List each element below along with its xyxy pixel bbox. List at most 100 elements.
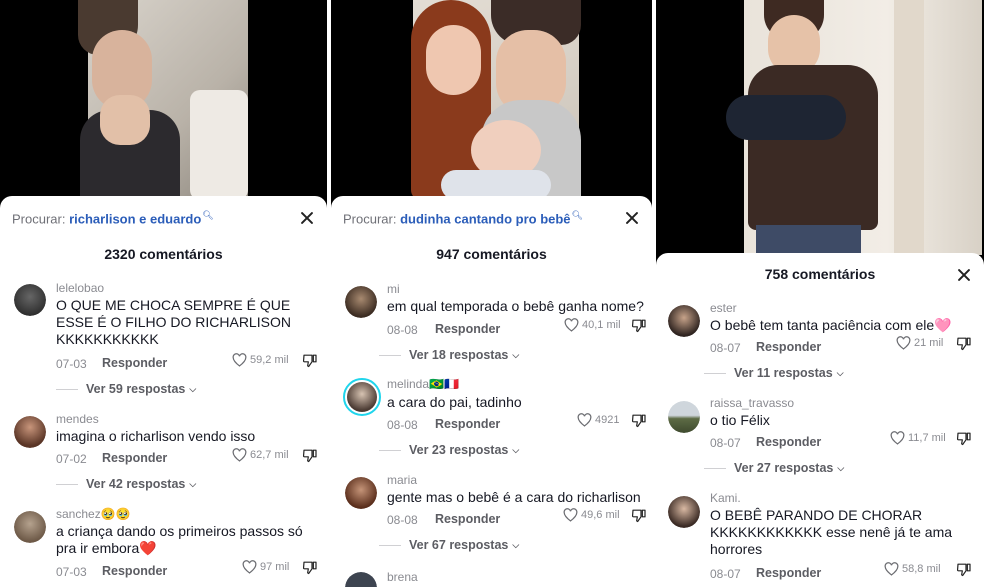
comment-username[interactable]: melinda🇧🇷🇫🇷	[387, 377, 459, 391]
avatar[interactable]	[14, 416, 46, 448]
reply-button[interactable]: Responder	[756, 566, 821, 580]
dislike-icon[interactable]	[302, 560, 318, 575]
comment-text: a cara do pai, tadinho	[387, 394, 522, 410]
like-button[interactable]: 11,7 mil	[890, 431, 946, 445]
reply-button[interactable]: Responder	[102, 564, 167, 578]
heart-icon	[563, 508, 578, 522]
reply-button[interactable]: Responder	[102, 451, 167, 465]
reply-button[interactable]: Responder	[102, 356, 167, 370]
avatar[interactable]	[668, 401, 700, 433]
view-replies-button[interactable]: Ver 27 respostas ⌵	[704, 461, 844, 475]
view-replies-button[interactable]: Ver 42 respostas ⌵	[56, 477, 196, 491]
search-prefix: Procurar:	[343, 211, 397, 227]
avatar[interactable]	[14, 511, 46, 543]
heart-emoji: ❤️	[139, 540, 157, 556]
search-query-link[interactable]: richarlison e eduardo	[69, 211, 201, 226]
avatar[interactable]	[668, 496, 700, 528]
search-query-link[interactable]: dudinha cantando pro bebê	[400, 211, 570, 226]
dislike-icon[interactable]	[631, 508, 647, 523]
comment-username[interactable]: mi	[387, 282, 400, 296]
like-button[interactable]: 40,1 mil	[564, 318, 621, 332]
like-button[interactable]: 58,8 mil	[884, 562, 941, 576]
video-baby	[190, 90, 248, 200]
like-count: 97 mil	[260, 561, 290, 573]
comment-username[interactable]: sanchez🥹🥹	[56, 507, 131, 521]
dislike-icon[interactable]	[631, 413, 647, 428]
heart-icon	[896, 336, 911, 350]
reply-button[interactable]: Responder	[756, 435, 821, 449]
search-icon: 🔍︎	[571, 210, 583, 220]
comment-text: imagina o richarlison vendo isso	[56, 428, 256, 444]
dislike-icon[interactable]	[631, 318, 647, 333]
comment-date: 07-03	[56, 357, 87, 371]
search-icon: 🔍︎	[202, 210, 214, 220]
like-count: 11,7 mil	[908, 432, 946, 444]
reply-button[interactable]: Responder	[756, 340, 821, 354]
reply-button[interactable]: Responder	[435, 512, 500, 526]
heart-icon	[232, 353, 247, 367]
dislike-icon[interactable]	[956, 562, 972, 577]
view-replies-button[interactable]: Ver 67 respostas ⌵	[379, 538, 519, 552]
like-button[interactable]: 59,2 mil	[232, 353, 289, 367]
screenshot-panel-3: 758 comentários ester O bebê tem tanta p…	[656, 0, 984, 587]
search-suggestion[interactable]: Procurar: dudinha cantando pro bebê🔍︎	[343, 210, 583, 226]
like-button[interactable]: 4921	[577, 413, 619, 427]
view-replies-button[interactable]: Ver 59 respostas ⌵	[56, 382, 196, 396]
close-icon[interactable]	[622, 208, 642, 228]
like-button[interactable]: 49,6 mil	[563, 508, 620, 522]
close-icon[interactable]	[297, 208, 317, 228]
comment-username[interactable]: brena	[387, 570, 418, 584]
heart-icon	[890, 431, 905, 445]
comment-username[interactable]: mendes	[56, 412, 99, 426]
like-button[interactable]: 62,7 mil	[232, 448, 289, 462]
like-count: 62,7 mil	[250, 449, 289, 461]
avatar[interactable]	[14, 284, 46, 316]
comment-date: 08-07	[710, 567, 741, 581]
video-player[interactable]	[331, 0, 652, 215]
comment-text: O bebê tem tanta paciência com ele🩷	[710, 317, 952, 333]
avatar[interactable]	[668, 305, 700, 337]
dislike-icon[interactable]	[956, 431, 972, 446]
reply-button[interactable]: Responder	[435, 322, 500, 336]
avatar[interactable]	[345, 477, 377, 509]
dislike-icon[interactable]	[956, 336, 972, 351]
video-player[interactable]	[656, 0, 984, 270]
video-hand	[100, 95, 150, 145]
avatar[interactable]	[345, 572, 377, 587]
comments-sheet: Procurar: dudinha cantando pro bebê🔍︎ 94…	[331, 196, 652, 587]
dislike-icon[interactable]	[302, 448, 318, 463]
comment-username[interactable]: maria	[387, 473, 417, 487]
close-icon[interactable]	[954, 265, 974, 285]
search-suggestion[interactable]: Procurar: richarlison e eduardo🔍︎	[12, 210, 214, 226]
comments-sheet: Procurar: richarlison e eduardo🔍︎ 2320 c…	[0, 196, 327, 587]
like-count: 40,1 mil	[582, 319, 621, 331]
view-replies-button[interactable]: Ver 11 respostas ⌵	[704, 366, 844, 380]
comment-date: 08-07	[710, 436, 741, 450]
video-player[interactable]	[0, 0, 327, 215]
user-emoji: 🇧🇷🇫🇷	[429, 377, 459, 391]
heart-emoji: 🩷	[934, 317, 952, 333]
like-count: 21 mil	[914, 337, 944, 349]
comment-username[interactable]: raissa_travasso	[710, 396, 794, 410]
heart-icon	[564, 318, 579, 332]
comment-date: 07-02	[56, 452, 87, 466]
comment-text: em qual temporada o bebê ganha nome?	[387, 298, 644, 314]
comment-date: 08-08	[387, 418, 418, 432]
comment-text: o tio Félix	[710, 412, 770, 428]
comment-username[interactable]: ester	[710, 301, 737, 315]
search-prefix: Procurar:	[12, 211, 66, 227]
view-replies-button[interactable]: Ver 18 respostas ⌵	[379, 348, 519, 362]
comment-username[interactable]: Kami.	[710, 491, 741, 505]
like-button[interactable]: 21 mil	[896, 336, 943, 350]
avatar[interactable]	[343, 378, 381, 416]
video-baby	[726, 95, 846, 140]
comment-date: 08-08	[387, 323, 418, 337]
reply-button[interactable]: Responder	[435, 417, 500, 431]
avatar[interactable]	[345, 286, 377, 318]
dislike-icon[interactable]	[302, 353, 318, 368]
view-replies-button[interactable]: Ver 23 respostas ⌵	[379, 443, 519, 457]
heart-icon	[577, 413, 592, 427]
like-button[interactable]: 97 mil	[242, 560, 289, 574]
video-jeans	[756, 225, 861, 255]
comment-username[interactable]: lelelobao	[56, 281, 104, 295]
